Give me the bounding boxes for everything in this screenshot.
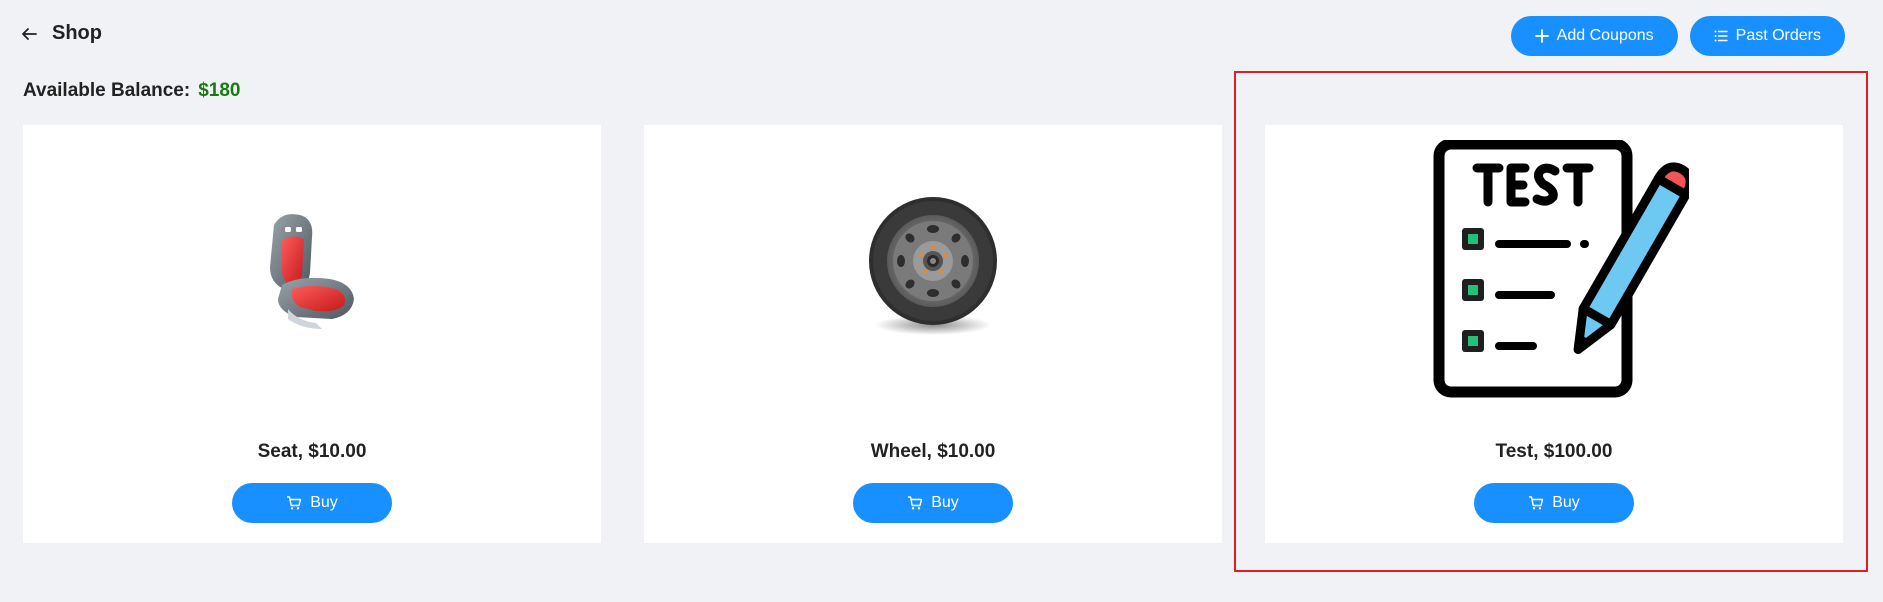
- past-orders-button[interactable]: Past Orders: [1689, 16, 1845, 56]
- product-card-test: Test, $100.00 Buy: [1265, 125, 1843, 543]
- product-image: [23, 125, 601, 415]
- header-actions: Add Coupons Past Orders: [1510, 16, 1845, 56]
- product-card-seat: Seat, $10.00 Buy: [23, 125, 601, 543]
- test-checklist-icon: [1433, 140, 1689, 398]
- shopping-cart-icon: [908, 496, 923, 510]
- wheel-icon: [869, 197, 997, 335]
- header: Shop Add Coupons Past Orders: [0, 0, 1883, 72]
- buy-button[interactable]: Buy: [853, 483, 1013, 523]
- shopping-cart-icon: [1529, 496, 1544, 510]
- available-balance: Available Balance: $180: [23, 80, 241, 102]
- buy-button[interactable]: Buy: [1474, 483, 1634, 523]
- balance-label: Available Balance:: [23, 80, 191, 101]
- product-title: Seat, $10.00: [257, 441, 367, 462]
- product-image: [1265, 125, 1843, 415]
- product-list: Seat, $10.00 Buy Wheel, $10.00 Buy Test,…: [23, 125, 1843, 543]
- add-coupons-label: Add Coupons: [1556, 27, 1654, 44]
- arrow-left-icon: [22, 27, 37, 40]
- back-button[interactable]: Shop: [20, 22, 102, 45]
- shopping-cart-icon: [287, 496, 302, 510]
- car-seat-icon: [270, 214, 354, 329]
- page-title: Shop: [52, 22, 102, 44]
- past-orders-label: Past Orders: [1735, 27, 1821, 44]
- product-title: Wheel, $10.00: [870, 441, 996, 462]
- list-icon: [1714, 30, 1728, 42]
- plus-icon: [1534, 29, 1549, 43]
- product-image: [644, 125, 1222, 415]
- balance-amount: $180: [198, 80, 241, 101]
- product-card-wheel: Wheel, $10.00 Buy: [644, 125, 1222, 543]
- add-coupons-button[interactable]: Add Coupons: [1510, 16, 1678, 56]
- buy-button[interactable]: Buy: [232, 483, 392, 523]
- buy-label: Buy: [1552, 494, 1580, 511]
- product-title: Test, $100.00: [1495, 441, 1613, 462]
- buy-label: Buy: [931, 494, 959, 511]
- buy-label: Buy: [310, 494, 338, 511]
